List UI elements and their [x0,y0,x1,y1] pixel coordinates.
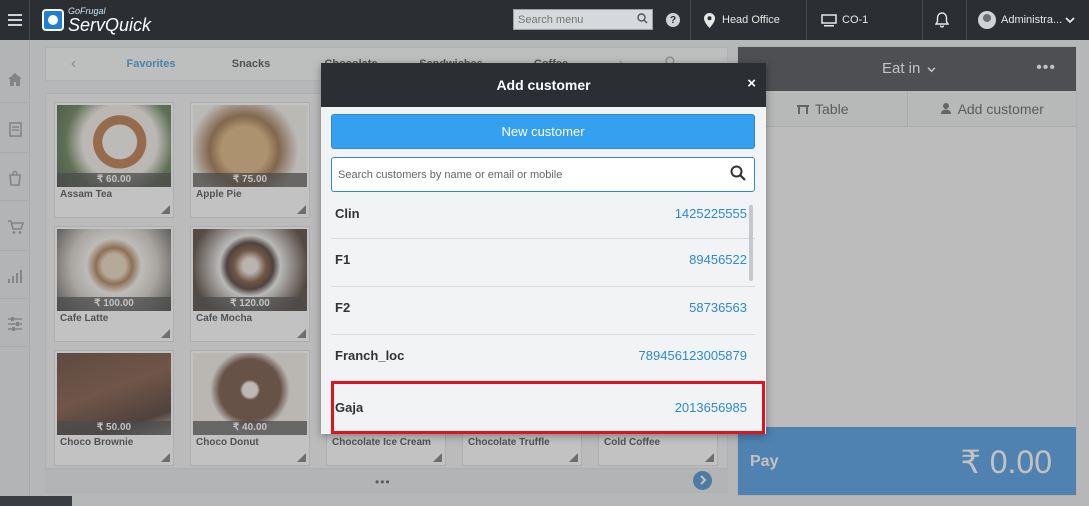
user-menu[interactable]: Administra... [978,0,1075,40]
modal-header: Add customer × [321,63,766,107]
customer-name: Clin [335,206,360,221]
divider [966,0,967,40]
user-name: Administra... [1001,14,1063,26]
customer-row[interactable]: Clin 1425225555 [331,200,755,239]
location-label: Head Office [722,14,780,26]
customer-phone: 789456123005879 [638,348,747,363]
new-customer-button[interactable]: New customer [331,114,755,149]
app-logo: GoFrugal ServQuick [42,0,151,40]
avatar [978,11,996,29]
customer-row[interactable]: F2 58736563 [331,287,755,335]
monitor-icon [821,13,837,26]
customer-phone: 1425225555 [674,206,747,221]
customer-name: F2 [335,300,351,315]
taskbar-strip [0,496,72,506]
close-icon[interactable]: × [747,75,756,92]
selected-row-highlight [331,381,765,434]
chevron-down-icon [1065,16,1075,23]
logo-brand-name: ServQuick [68,14,152,35]
location-pin-icon [704,12,715,28]
customer-name: F1 [335,252,351,267]
top-bar: GoFrugal ServQuick ? Head Office CO-1 Ad… [0,0,1089,40]
add-customer-modal: Add customer × New customer Clin 1425225… [321,63,766,434]
divider [690,0,691,40]
search-icon[interactable] [730,165,746,181]
customer-search-input[interactable] [338,166,718,184]
customer-name: Franch_loc [335,348,405,363]
customer-phone: 89456522 [689,252,747,267]
location-selector[interactable]: Head Office [704,0,780,40]
help-button[interactable]: ? [666,0,680,40]
divider [922,0,923,40]
customer-row[interactable]: F1 89456522 [331,239,755,287]
divider [806,0,807,40]
modal-title: Add customer [496,77,591,93]
counter-selector[interactable]: CO-1 [821,0,868,40]
search-menu-input[interactable] [514,10,632,29]
search-icon[interactable] [632,12,652,27]
customer-search-box [331,157,755,192]
notifications-button[interactable] [935,0,949,40]
logo-icon [42,9,64,31]
customer-phone: 58736563 [689,300,747,315]
counter-label: CO-1 [842,14,869,26]
hamburger-menu-icon[interactable] [0,0,30,40]
search-menu-box [513,9,653,30]
help-icon: ? [666,13,680,27]
scrollbar[interactable] [749,205,753,281]
bell-icon [935,12,949,28]
customer-row[interactable]: Franch_loc 789456123005879 [331,335,755,383]
